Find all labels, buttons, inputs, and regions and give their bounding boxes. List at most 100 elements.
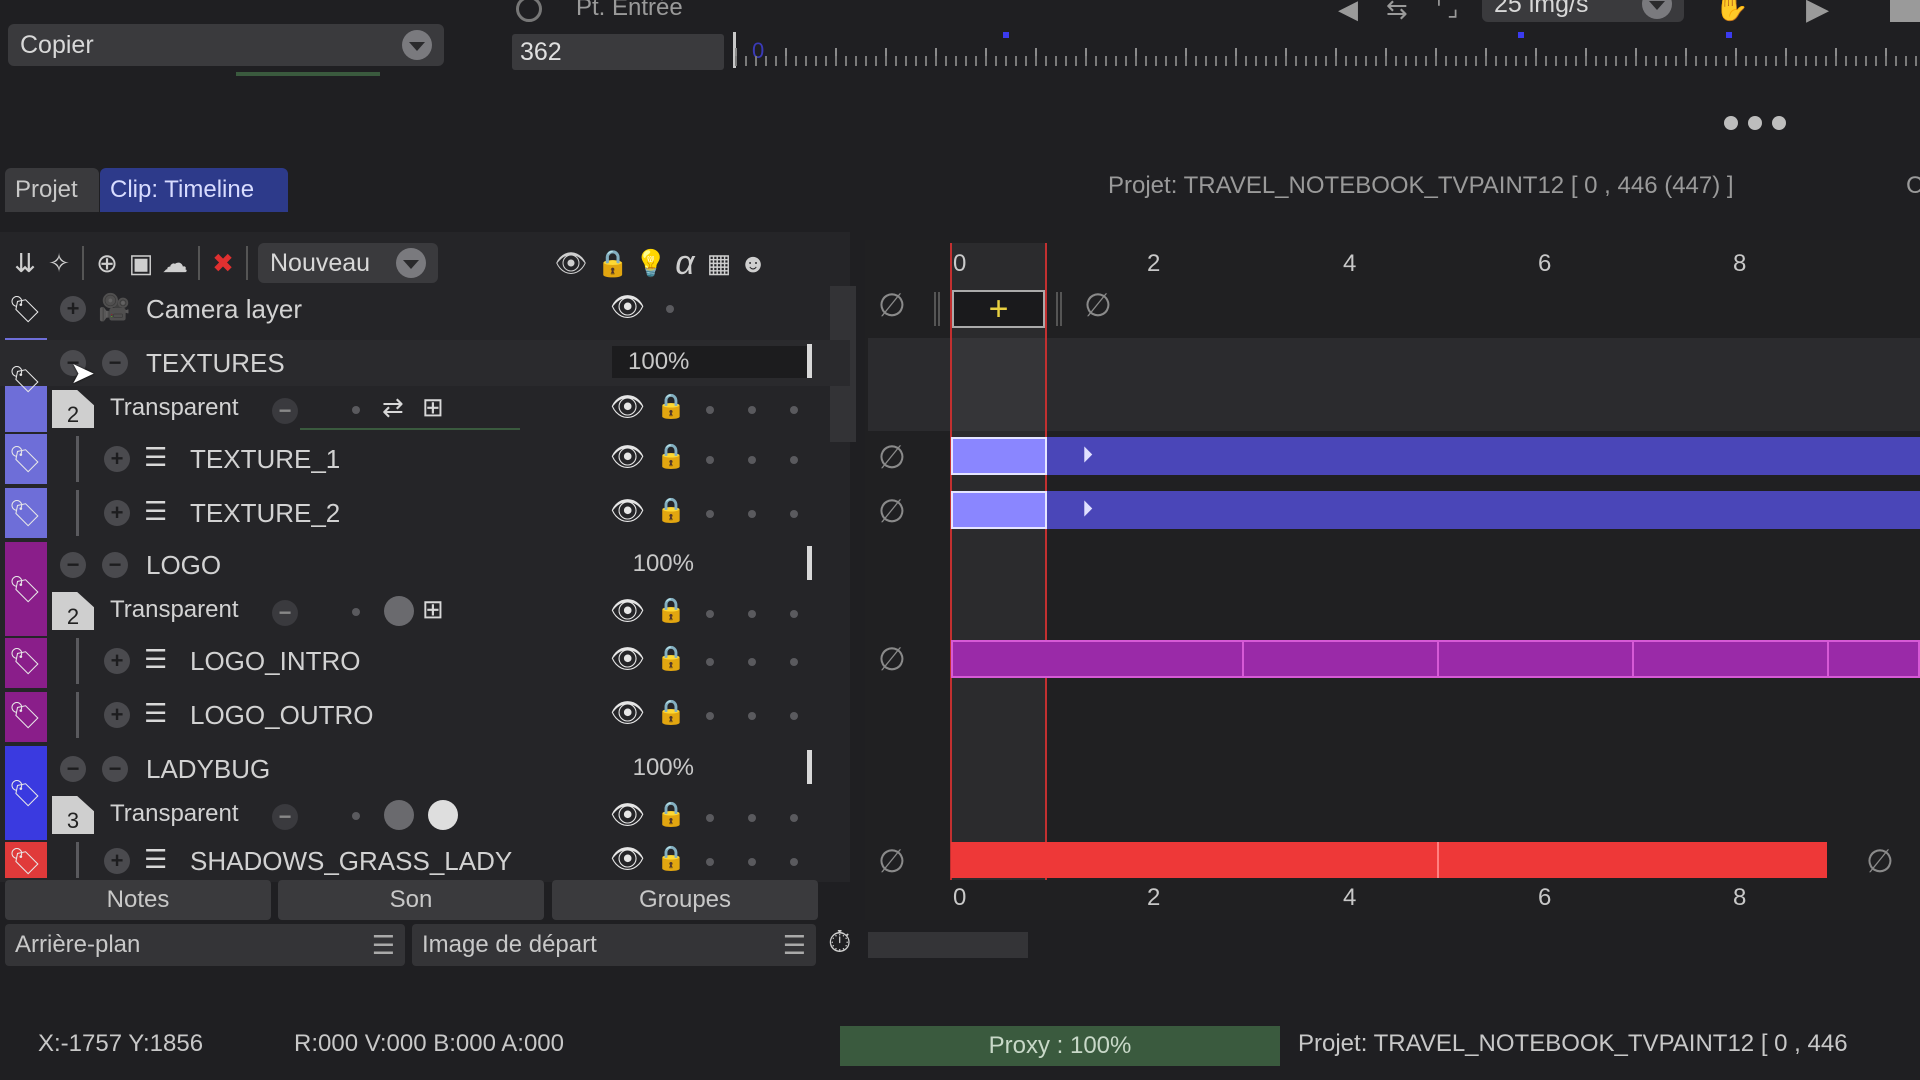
background-dropdown[interactable]: Arrière-plan ☰ xyxy=(5,924,405,966)
tag-icon[interactable]: 🏷 xyxy=(8,292,42,326)
eye-icon[interactable]: 👁 xyxy=(610,642,646,675)
mode-toggle-icon[interactable]: − xyxy=(272,804,298,830)
add-keyframe-icon[interactable]: ⊞ xyxy=(422,594,444,625)
status-dot[interactable] xyxy=(706,858,714,866)
group-mode-row-ladybug[interactable]: 3 Transparent − 👁 🔒 xyxy=(0,794,850,838)
shadows-track[interactable] xyxy=(951,842,1827,878)
new-folder-icon[interactable]: ▣ xyxy=(124,246,158,280)
grey-circle-icon[interactable] xyxy=(384,596,414,626)
opacity-field[interactable]: 100% xyxy=(612,346,812,378)
add-keyframe-icon[interactable]: ⊞ xyxy=(422,392,444,423)
status-dot[interactable] xyxy=(748,658,756,666)
texture-2-track[interactable] xyxy=(1047,491,1920,529)
white-circle-icon[interactable] xyxy=(428,800,458,830)
status-dot[interactable] xyxy=(748,456,756,464)
status-dot[interactable] xyxy=(748,510,756,518)
status-dot[interactable] xyxy=(706,406,714,414)
expand-icon[interactable]: + xyxy=(60,296,86,322)
collapse-group-icon[interactable]: − xyxy=(102,350,128,376)
layer-row-logo-outro[interactable]: 🏷 + ☰ LOGO_OUTRO 👁 🔒 xyxy=(0,692,850,738)
layer-row-texture-1[interactable]: 🏷 + ☰ TEXTURE_1 👁 🔒 xyxy=(0,436,850,482)
status-dot[interactable] xyxy=(790,406,798,414)
copy-mode-dropdown[interactable]: Copier xyxy=(8,24,444,66)
layer-row-shadows[interactable]: 🏷 + ☰ SHADOWS_GRASS_LADY 👁 🔒 xyxy=(0,842,850,878)
new-layer-icon[interactable]: ⊕ xyxy=(90,246,124,280)
status-dot[interactable] xyxy=(790,858,798,866)
lock-column-icon[interactable]: 🔒 xyxy=(596,246,630,280)
collapse-group-icon[interactable]: − xyxy=(102,552,128,578)
lock-icon[interactable]: 🔒 xyxy=(656,442,686,471)
proxy-status[interactable]: Proxy : 100% xyxy=(840,1026,1280,1066)
mode-toggle-icon[interactable]: − xyxy=(272,600,298,626)
collapse-icon[interactable]: − xyxy=(60,756,86,782)
onion-skin-icon[interactable]: ☻ xyxy=(736,246,770,280)
visibility-column-eye-icon[interactable]: 👁 xyxy=(554,246,588,280)
eye-icon[interactable]: 👁 xyxy=(610,390,646,423)
status-dot[interactable] xyxy=(790,610,798,618)
lock-icon[interactable]: 🔒 xyxy=(656,644,686,673)
tag-icon[interactable]: 🏷 xyxy=(8,496,42,530)
audio-icon[interactable]: ◀ xyxy=(1338,0,1358,25)
layer-row-texture-2[interactable]: 🏷 + ☰ TEXTURE_2 👁 🔒 xyxy=(0,490,850,536)
opacity-handle[interactable] xyxy=(807,344,812,378)
tag-icon[interactable]: 🏷 xyxy=(8,844,42,878)
layer-row-logo-intro[interactable]: 🏷 + ☰ LOGO_INTRO 👁 🔒 xyxy=(0,638,850,684)
eye-icon[interactable]: 👁 xyxy=(610,696,646,729)
eye-icon[interactable]: 👁 xyxy=(610,290,646,323)
new-group-icon[interactable]: ☁ xyxy=(158,246,192,280)
status-dot[interactable] xyxy=(706,658,714,666)
empty-keyframe-icon[interactable]: ∅ xyxy=(878,842,906,880)
alpha-icon[interactable]: α xyxy=(668,244,702,282)
fit-icon[interactable]: ⌜⌟ xyxy=(1436,0,1459,23)
eye-icon[interactable]: 👁 xyxy=(610,798,646,831)
status-dot[interactable] xyxy=(748,406,756,414)
status-dot[interactable] xyxy=(706,510,714,518)
camera-drag-handle[interactable] xyxy=(934,292,940,326)
blend-mode-label[interactable]: Transparent xyxy=(110,394,239,422)
expand-icon[interactable]: + xyxy=(104,446,130,472)
texture-2-keyframe[interactable] xyxy=(951,491,1047,529)
blend-mode-label[interactable]: Transparent xyxy=(110,800,239,828)
status-dot[interactable] xyxy=(706,456,714,464)
hand-icon[interactable]: ✋ xyxy=(1714,0,1749,23)
expand-icon[interactable]: + xyxy=(104,648,130,674)
import-layer-icon[interactable]: ⇊ xyxy=(8,246,42,280)
lock-icon[interactable]: 🔒 xyxy=(656,496,686,525)
stop-icon[interactable] xyxy=(1890,0,1920,22)
tab-notes[interactable]: Notes xyxy=(5,880,271,920)
blend-mode-label[interactable]: Transparent xyxy=(110,596,239,624)
tag-icon[interactable]: 🏷 xyxy=(8,442,42,476)
expand-icon[interactable]: + xyxy=(104,702,130,728)
new-layer-dropdown[interactable]: Nouveau xyxy=(258,243,438,283)
status-dot[interactable] xyxy=(352,406,360,414)
expand-icon[interactable]: + xyxy=(104,848,130,874)
lock-icon[interactable]: 🔒 xyxy=(656,596,686,625)
light-table-icon[interactable]: 💡 xyxy=(634,246,668,280)
expand-icon[interactable]: + xyxy=(104,500,130,526)
status-dot[interactable] xyxy=(790,712,798,720)
mode-toggle-icon[interactable]: − xyxy=(272,398,298,424)
status-dot[interactable] xyxy=(352,812,360,820)
loop-icon[interactable]: ⇆ xyxy=(1386,0,1408,25)
opacity-field[interactable]: 100% xyxy=(612,548,702,580)
eye-icon[interactable]: 👁 xyxy=(610,594,646,627)
tab-clip-timeline[interactable]: Clip: Timeline xyxy=(100,168,288,212)
group-row-logo[interactable]: 🏷 − − LOGO 100% xyxy=(0,542,850,604)
collapse-icon[interactable]: − xyxy=(60,552,86,578)
group-row-textures[interactable]: 🏷 − − TEXTURES 100% xyxy=(0,340,850,394)
zoom-slider[interactable] xyxy=(868,932,1028,958)
eye-icon[interactable]: 👁 xyxy=(610,842,646,875)
texture-1-track[interactable] xyxy=(1047,437,1920,475)
status-dot[interactable] xyxy=(748,610,756,618)
more-options-icon[interactable] xyxy=(1724,116,1786,130)
empty-keyframe-icon[interactable]: ∅ xyxy=(878,286,906,324)
opacity-handle[interactable] xyxy=(807,750,812,784)
hold-icon[interactable]: ⏵ xyxy=(1082,442,1093,468)
lock-icon[interactable]: 🔒 xyxy=(656,698,686,727)
empty-keyframe-icon[interactable]: ∅ xyxy=(1866,842,1894,880)
status-dot[interactable] xyxy=(748,814,756,822)
status-dot[interactable] xyxy=(790,510,798,518)
lock-icon[interactable]: 🔒 xyxy=(656,844,686,873)
status-dot[interactable] xyxy=(790,456,798,464)
status-dot[interactable] xyxy=(352,608,360,616)
